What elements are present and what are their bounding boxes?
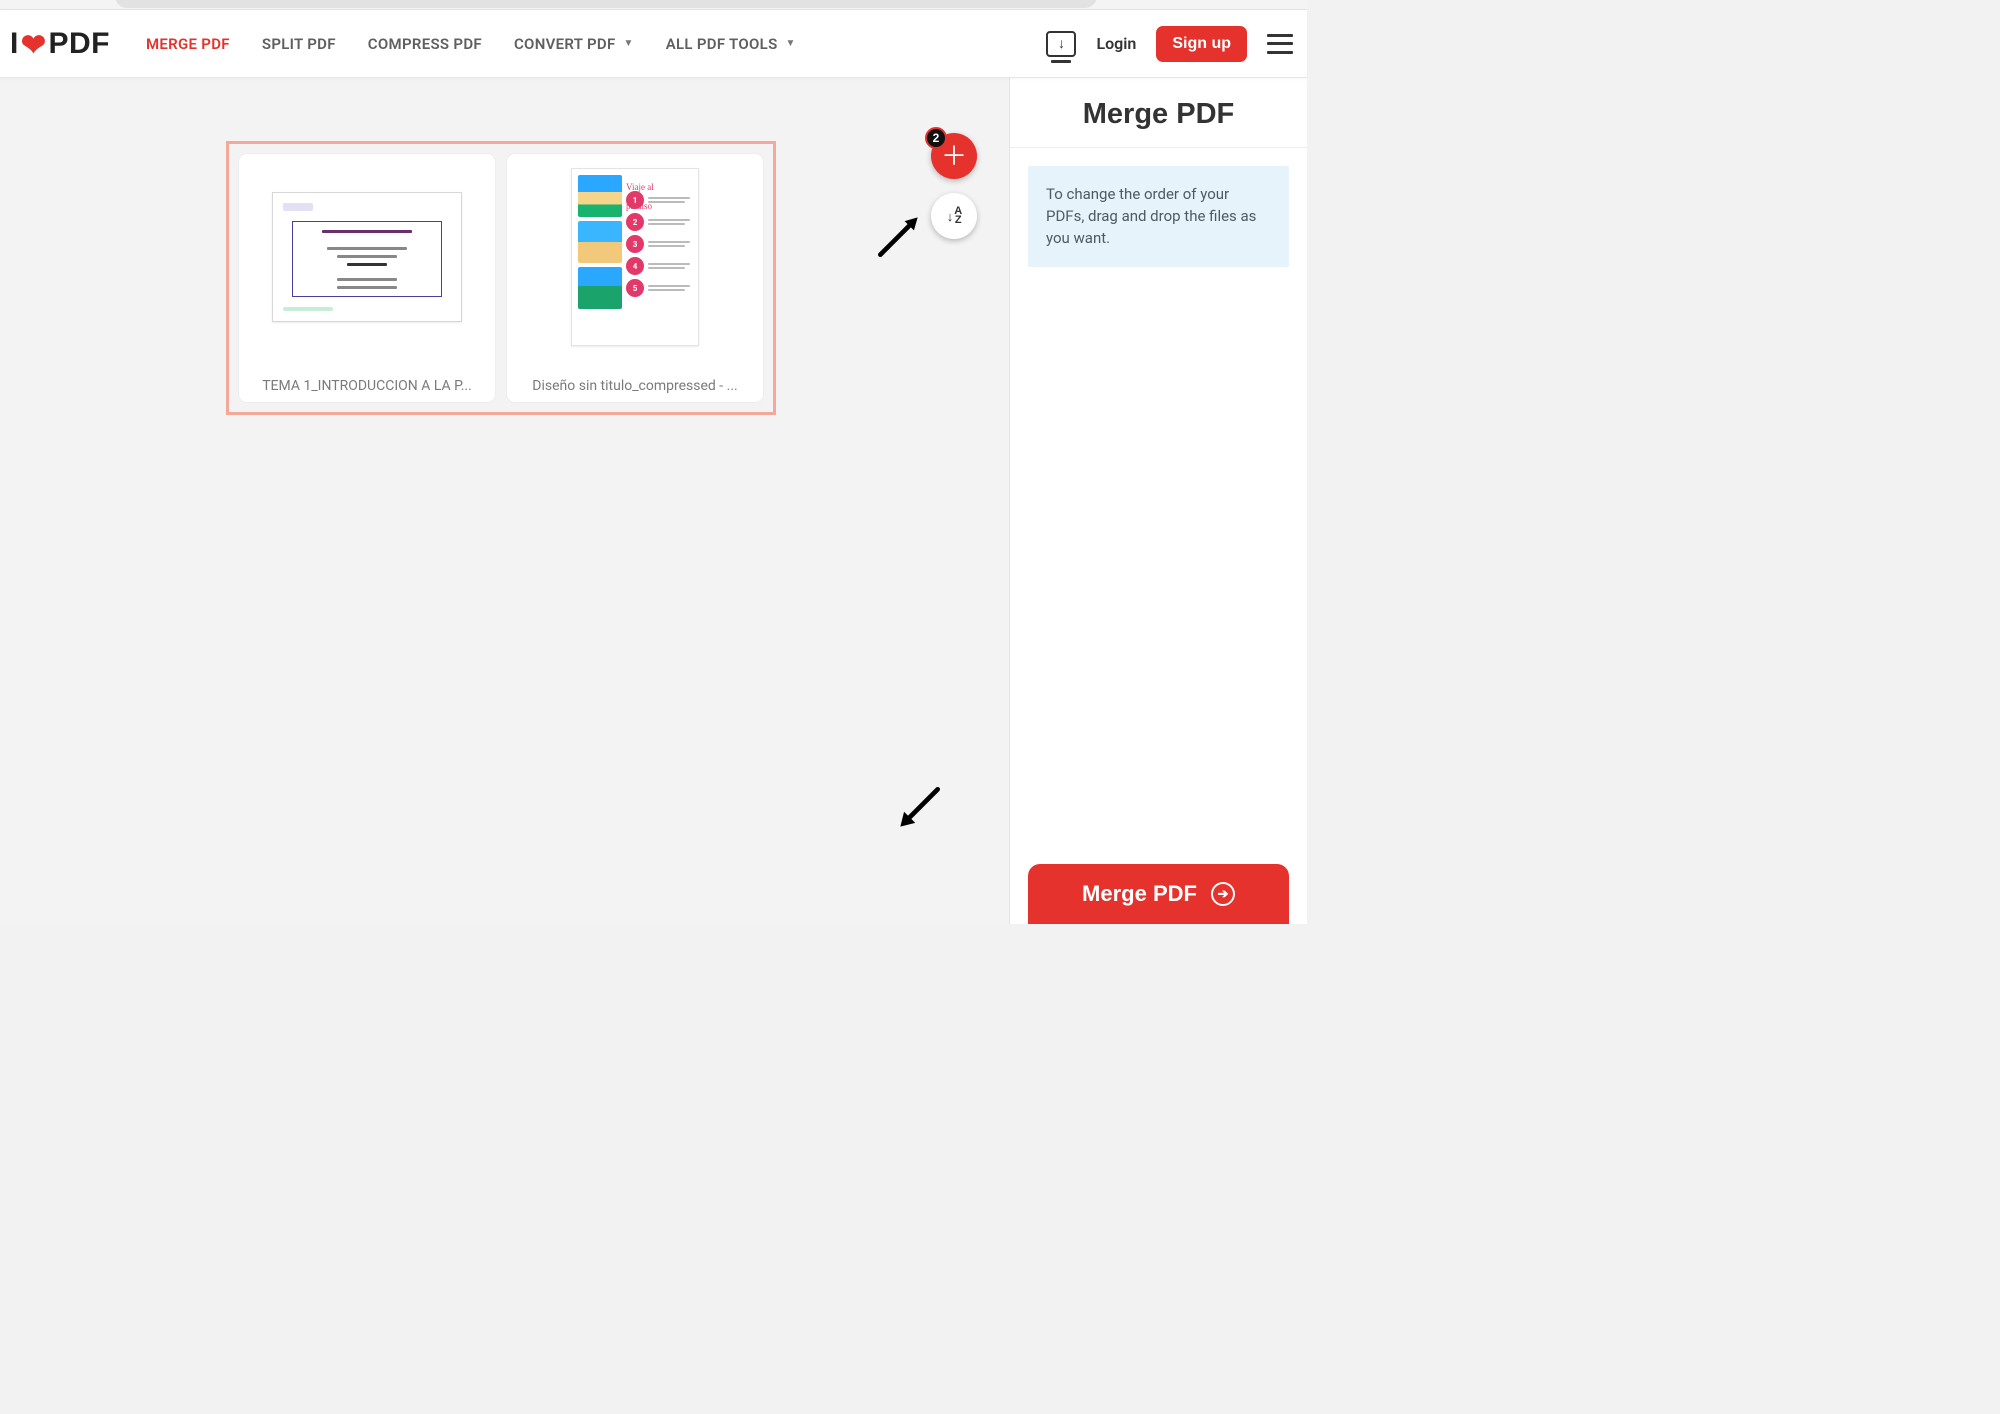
nav-all-pdf-tools[interactable]: ALL PDF TOOLS ▼ [666,35,796,53]
work-area[interactable]: TEMA 1_INTRODUCCION A LA P... Viaje al p… [0,78,1009,924]
nav-convert-label: CONVERT PDF [514,35,616,53]
page-preview-portrait: Viaje al paraíso 1 2 3 4 5 [571,168,699,346]
brand-left: I [10,27,19,61]
files-selection-box: TEMA 1_INTRODUCCION A LA P... Viaje al p… [226,141,776,415]
file-preview: Viaje al paraíso 1 2 3 4 5 [521,168,749,346]
panel-title: Merge PDF [1010,78,1307,147]
nav-merge-pdf[interactable]: MERGE PDF [146,35,230,53]
signup-button[interactable]: Sign up [1156,26,1247,62]
divider [1010,147,1307,148]
annotation-arrow-icon [891,780,947,836]
merge-button-label: Merge PDF [1082,881,1197,907]
nav-convert-pdf[interactable]: CONVERT PDF ▼ [514,35,634,53]
site-header: I ❤ PDF MERGE PDF SPLIT PDF COMPRESS PDF… [0,10,1307,78]
sort-az-icon: ↓AZ [947,207,961,225]
merge-pdf-button[interactable]: Merge PDF ➔ [1028,864,1289,924]
side-panel: Merge PDF To change the order of your PD… [1009,78,1307,924]
heart-icon: ❤ [21,28,47,63]
main-nav: MERGE PDF SPLIT PDF COMPRESS PDF CONVERT… [146,35,796,53]
brand-logo[interactable]: I ❤ PDF [10,26,110,61]
floating-actions: 2 ＋ ↓AZ [931,133,977,239]
chevron-down-icon: ▼ [624,38,634,49]
login-link[interactable]: Login [1096,34,1136,53]
sort-az-button[interactable]: ↓AZ [931,193,977,239]
page-preview-landscape [272,192,462,322]
browser-url-bar [0,0,1307,10]
hamburger-menu-icon[interactable] [1267,34,1293,54]
main-layout: TEMA 1_INTRODUCCION A LA P... Viaje al p… [0,78,1307,924]
nav-all-label: ALL PDF TOOLS [666,35,778,53]
nav-compress-pdf[interactable]: COMPRESS PDF [368,35,482,53]
chevron-down-icon: ▼ [786,38,796,49]
file-preview [253,168,481,346]
file-thumbnail-card[interactable]: Viaje al paraíso 1 2 3 4 5 Diseño sin ti… [507,154,763,402]
url-pill [115,0,1097,8]
annotation-arrow-icon [871,208,927,264]
add-file-button[interactable]: 2 ＋ [931,133,977,179]
header-right: ↓ Login Sign up [1046,26,1293,62]
file-label: Diseño sin titulo_compressed - ... [532,378,737,394]
download-arrow-icon: ↓ [1058,35,1065,52]
file-label: TEMA 1_INTRODUCCION A LA P... [262,378,472,394]
file-thumbnail-card[interactable]: TEMA 1_INTRODUCCION A LA P... [239,154,495,402]
nav-split-pdf[interactable]: SPLIT PDF [262,35,336,53]
file-count-badge: 2 [925,127,947,149]
download-desktop-icon[interactable]: ↓ [1046,31,1076,57]
plus-icon: ＋ [941,143,967,169]
arrow-right-circle-icon: ➔ [1211,882,1235,906]
info-box: To change the order of your PDFs, drag a… [1028,166,1289,267]
brand-right: PDF [48,27,110,61]
